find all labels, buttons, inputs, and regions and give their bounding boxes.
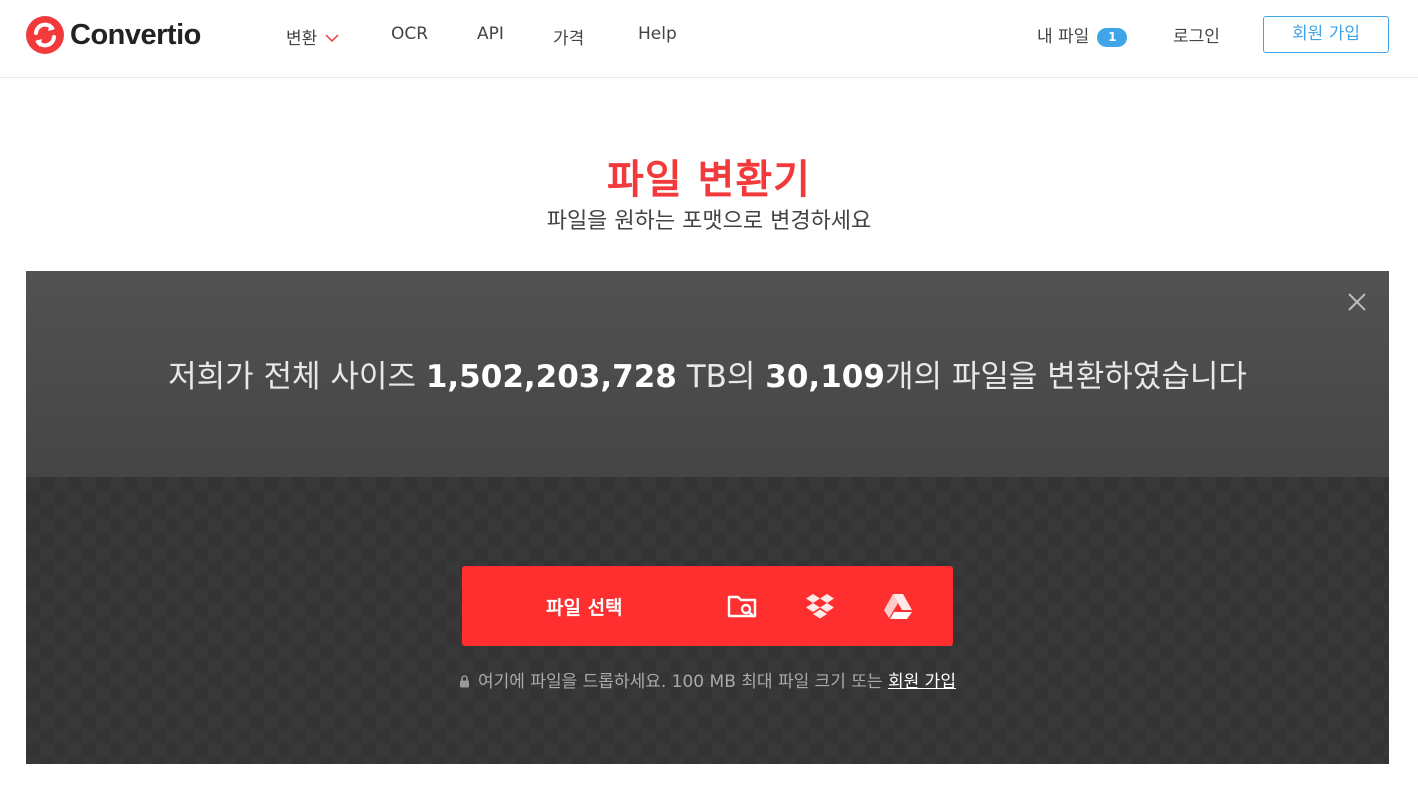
convertio-logo-icon xyxy=(26,16,64,54)
close-icon[interactable] xyxy=(1346,291,1368,313)
drop-hint-text: 여기에 파일을 드롭하세요. 100 MB 최대 파일 크기 또는 xyxy=(478,672,888,692)
login-link[interactable]: 로그인 xyxy=(1173,22,1220,47)
stats-text: 저희가 전체 사이즈 1,502,203,728 TB의 30,109개의 파일… xyxy=(26,351,1389,396)
folder-search-icon[interactable] xyxy=(726,590,758,622)
nav-convert[interactable]: 변환 xyxy=(286,24,339,49)
logo[interactable]: Convertio xyxy=(26,16,201,54)
nav-help[interactable]: Help xyxy=(638,24,677,44)
stats-size: 1,502,203,728 xyxy=(425,359,677,395)
dropbox-icon[interactable] xyxy=(804,590,836,622)
stats-suffix: 개의 파일을 변환하였습니다 xyxy=(884,359,1247,395)
nav-ocr[interactable]: OCR xyxy=(391,24,428,44)
lock-icon xyxy=(460,675,470,688)
upload-panel: 저희가 전체 사이즈 1,502,203,728 TB의 30,109개의 파일… xyxy=(26,271,1389,764)
my-files-count-badge: 1 xyxy=(1097,28,1128,47)
nav-api[interactable]: API xyxy=(477,24,504,44)
stats-prefix: 저희가 전체 사이즈 xyxy=(168,359,426,395)
page-subtitle: 파일을 원하는 포맷으로 변경하세요 xyxy=(546,209,872,234)
nav-pricing[interactable]: 가격 xyxy=(553,24,584,49)
nav-convert-label: 변환 xyxy=(286,29,318,49)
page-title: 파일 변환기 xyxy=(607,157,811,203)
header: Convertio 변환 OCR API 가격 Help 내 파일 1 로그인 회… xyxy=(0,0,1418,78)
google-drive-icon[interactable] xyxy=(882,590,914,622)
choose-files-button[interactable]: 파일 선택 xyxy=(462,566,953,646)
stats-count: 30,109 xyxy=(765,359,885,395)
my-files-link[interactable]: 내 파일 1 xyxy=(1037,22,1128,47)
drop-hint: 여기에 파일을 드롭하세요. 100 MB 최대 파일 크기 또는 회원 가입 xyxy=(26,667,1389,692)
signup-button[interactable]: 회원 가입 xyxy=(1263,16,1389,53)
drop-hint-signup-link[interactable]: 회원 가입 xyxy=(888,672,956,692)
stats-mid: TB의 xyxy=(676,359,766,395)
chevron-down-icon xyxy=(325,34,339,42)
choose-files-label: 파일 선택 xyxy=(546,597,623,619)
logo-text: Convertio xyxy=(70,18,201,51)
my-files-label: 내 파일 xyxy=(1037,27,1090,47)
